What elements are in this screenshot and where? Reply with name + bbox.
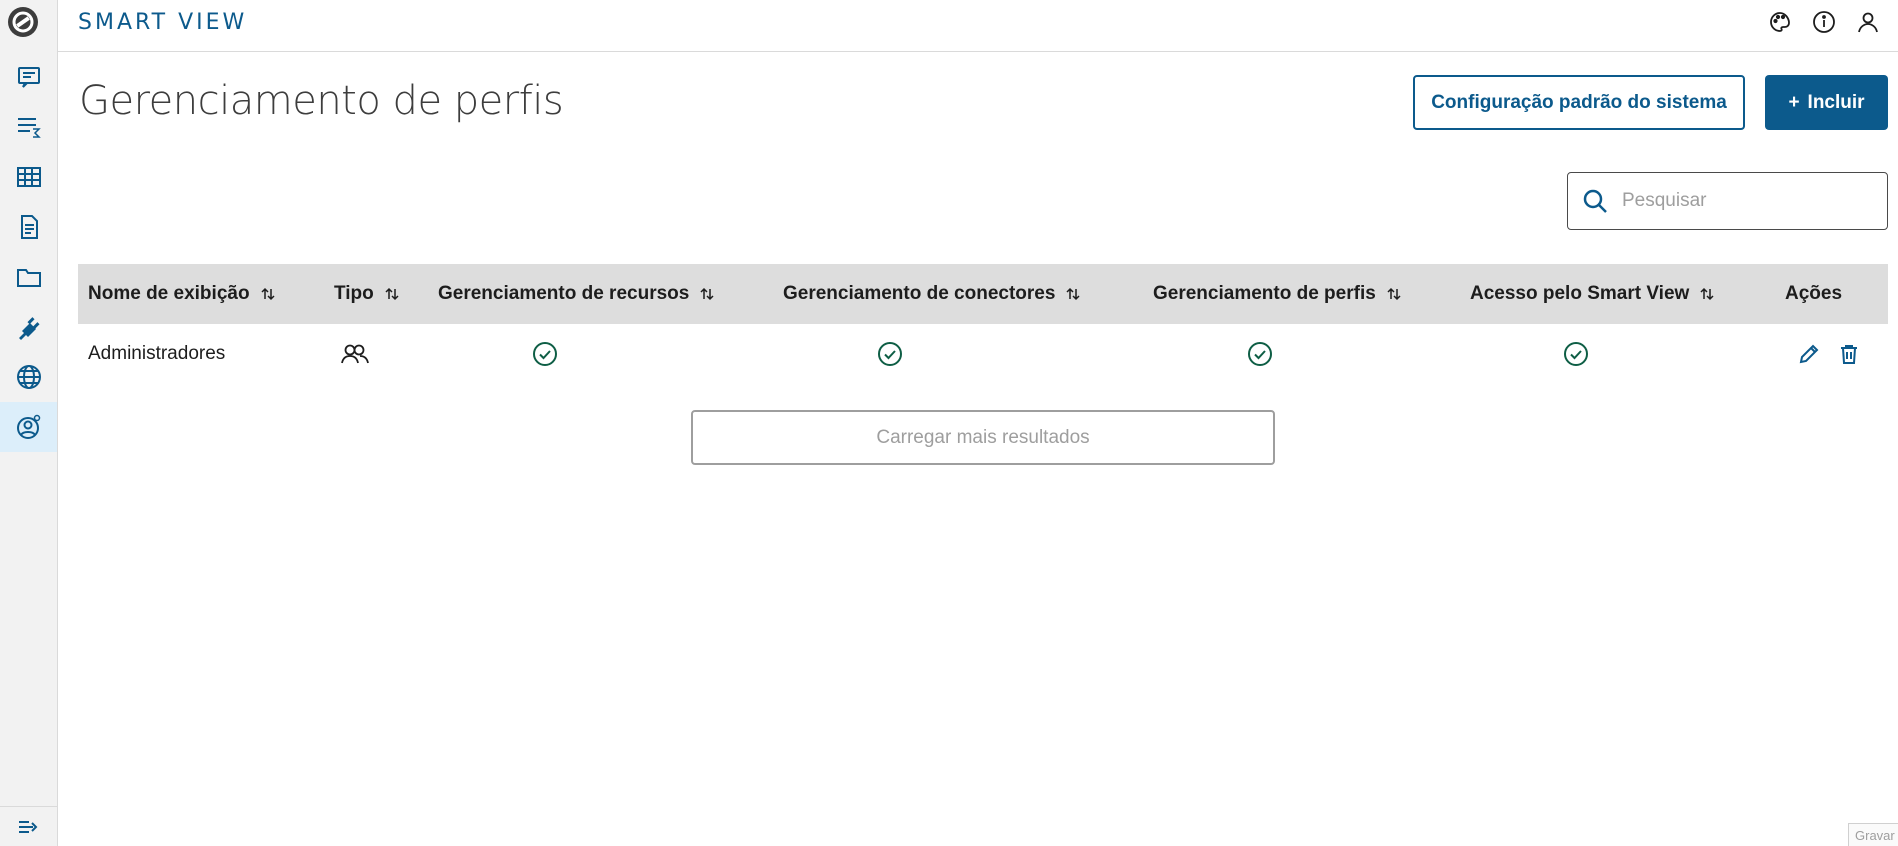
top-bar: SMART VIEW xyxy=(58,0,1898,52)
column-header-name[interactable]: Nome de exibição xyxy=(88,264,276,324)
edit-icon[interactable] xyxy=(1798,343,1820,365)
search-icon xyxy=(1583,189,1607,213)
user-icon[interactable] xyxy=(1856,10,1880,34)
column-header-actions: Ações xyxy=(1785,283,1843,304)
row-resources-check xyxy=(532,324,558,384)
report-icon xyxy=(17,67,40,88)
search-box[interactable] xyxy=(1567,172,1888,230)
document-icon xyxy=(20,215,38,239)
row-type xyxy=(340,324,370,384)
check-circle-icon xyxy=(878,342,902,366)
add-button[interactable]: + Incluir xyxy=(1765,75,1888,130)
totvs-logo-icon[interactable] xyxy=(6,5,40,39)
row-profiles-check xyxy=(1247,324,1273,384)
sidebar-item-reports[interactable] xyxy=(0,52,57,102)
sidebar-item-tables[interactable] xyxy=(0,152,57,202)
system-default-config-button[interactable]: Configuração padrão do sistema xyxy=(1413,75,1745,130)
globe-icon xyxy=(16,365,41,389)
sidebar-collapse-button[interactable] xyxy=(0,806,57,846)
add-button-label: Incluir xyxy=(1807,91,1865,113)
load-more-button[interactable]: Carregar mais resultados xyxy=(691,410,1275,465)
top-bar-actions xyxy=(1768,10,1880,34)
check-circle-icon xyxy=(1248,342,1272,366)
plus-icon: + xyxy=(1788,91,1800,113)
row-name: Administradores xyxy=(88,343,226,364)
row-connectors-check xyxy=(877,324,903,384)
sidebar-item-documents[interactable] xyxy=(0,202,57,252)
column-header-connectors[interactable]: Gerenciamento de conectores xyxy=(783,264,1081,324)
sort-icon[interactable] xyxy=(1386,286,1402,302)
row-actions xyxy=(1798,324,1860,384)
record-label[interactable]: Gravar xyxy=(1848,823,1898,846)
column-header-profiles[interactable]: Gerenciamento de perfis xyxy=(1153,264,1402,324)
search-input[interactable] xyxy=(1622,190,1872,212)
check-circle-icon xyxy=(533,342,557,366)
sidebar-item-folders[interactable] xyxy=(0,252,57,302)
sidebar xyxy=(0,0,58,846)
table-icon xyxy=(16,167,41,187)
info-icon[interactable] xyxy=(1812,10,1836,34)
sort-icon[interactable] xyxy=(699,286,715,302)
data-sum-icon xyxy=(17,118,41,138)
row-smart-view-access-check xyxy=(1563,324,1589,384)
plug-icon xyxy=(18,317,40,340)
column-header-type[interactable]: Tipo xyxy=(334,264,400,324)
sort-icon[interactable] xyxy=(384,286,400,302)
sort-icon[interactable] xyxy=(1065,286,1081,302)
folder-icon xyxy=(16,269,41,287)
sidebar-item-connectors[interactable] xyxy=(0,302,57,352)
column-header-smart-view-access[interactable]: Acesso pelo Smart View xyxy=(1470,264,1715,324)
page-title: Gerenciamento de perfis xyxy=(79,78,564,124)
table-row[interactable]: Administradores xyxy=(78,324,1888,384)
table-header: Nome de exibição Tipo Gerenciamento de r… xyxy=(78,264,1888,324)
sort-icon[interactable] xyxy=(260,286,276,302)
group-icon xyxy=(341,344,369,364)
sidebar-item-web[interactable] xyxy=(0,352,57,402)
user-gear-icon xyxy=(16,414,40,439)
trash-icon[interactable] xyxy=(1838,343,1860,365)
palette-icon[interactable] xyxy=(1768,10,1792,34)
app-brand[interactable]: SMART VIEW xyxy=(78,10,247,35)
menu-collapse-icon xyxy=(18,820,37,833)
sort-icon[interactable] xyxy=(1699,286,1715,302)
profiles-table: Nome de exibição Tipo Gerenciamento de r… xyxy=(78,264,1888,384)
column-header-resources[interactable]: Gerenciamento de recursos xyxy=(438,264,715,324)
sidebar-item-data[interactable] xyxy=(0,102,57,152)
sidebar-item-profiles[interactable] xyxy=(0,402,57,452)
check-circle-icon xyxy=(1564,342,1588,366)
